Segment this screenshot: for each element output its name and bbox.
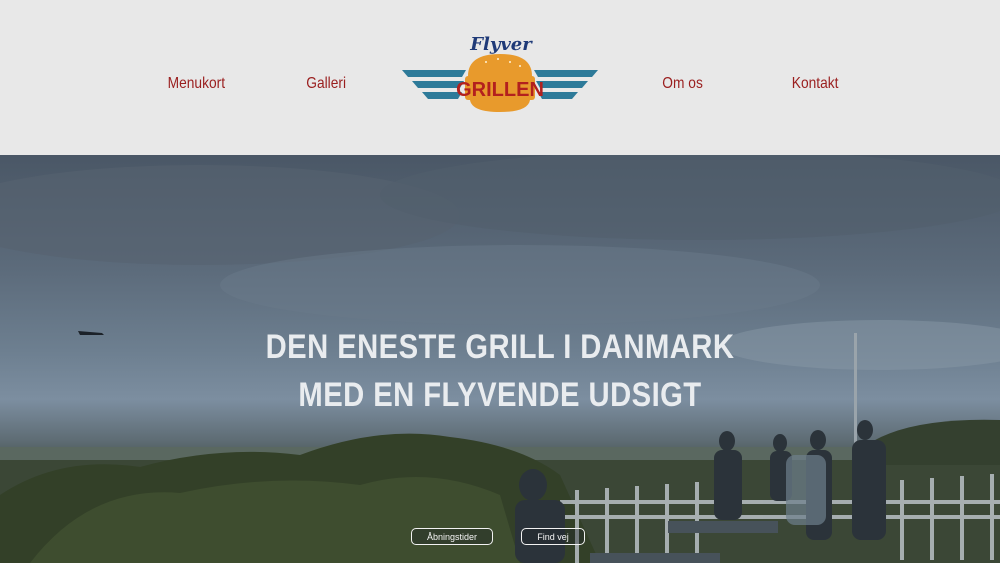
logo-script-text: Flyver: [469, 34, 533, 55]
hero-headline-line1: DEN ENESTE GRILL I DANMARK: [265, 328, 735, 366]
find-directions-button[interactable]: Find vej: [521, 528, 585, 545]
hero-headline-line2: MED EN FLYVENDE UDSIGT: [298, 376, 702, 414]
opening-hours-button[interactable]: Åbningstider: [411, 528, 493, 545]
nav-link-kontakt[interactable]: Kontakt: [792, 75, 839, 93]
site-header: Menukort Galleri GRILLEN Flyver Om os Ko…: [0, 0, 1000, 155]
hero-banner: DEN ENESTE GRILL I DANMARK MED EN FLYVEN…: [0, 155, 1000, 563]
nav-link-galleri[interactable]: Galleri: [306, 75, 346, 93]
flyver-grillen-logo[interactable]: GRILLEN Flyver: [402, 32, 598, 116]
nav-link-om-os[interactable]: Om os: [662, 75, 703, 93]
logo-main-text: GRILLEN: [456, 79, 544, 101]
nav-link-menukort[interactable]: Menukort: [168, 75, 225, 93]
logo-graphic: GRILLEN Flyver: [402, 34, 598, 112]
